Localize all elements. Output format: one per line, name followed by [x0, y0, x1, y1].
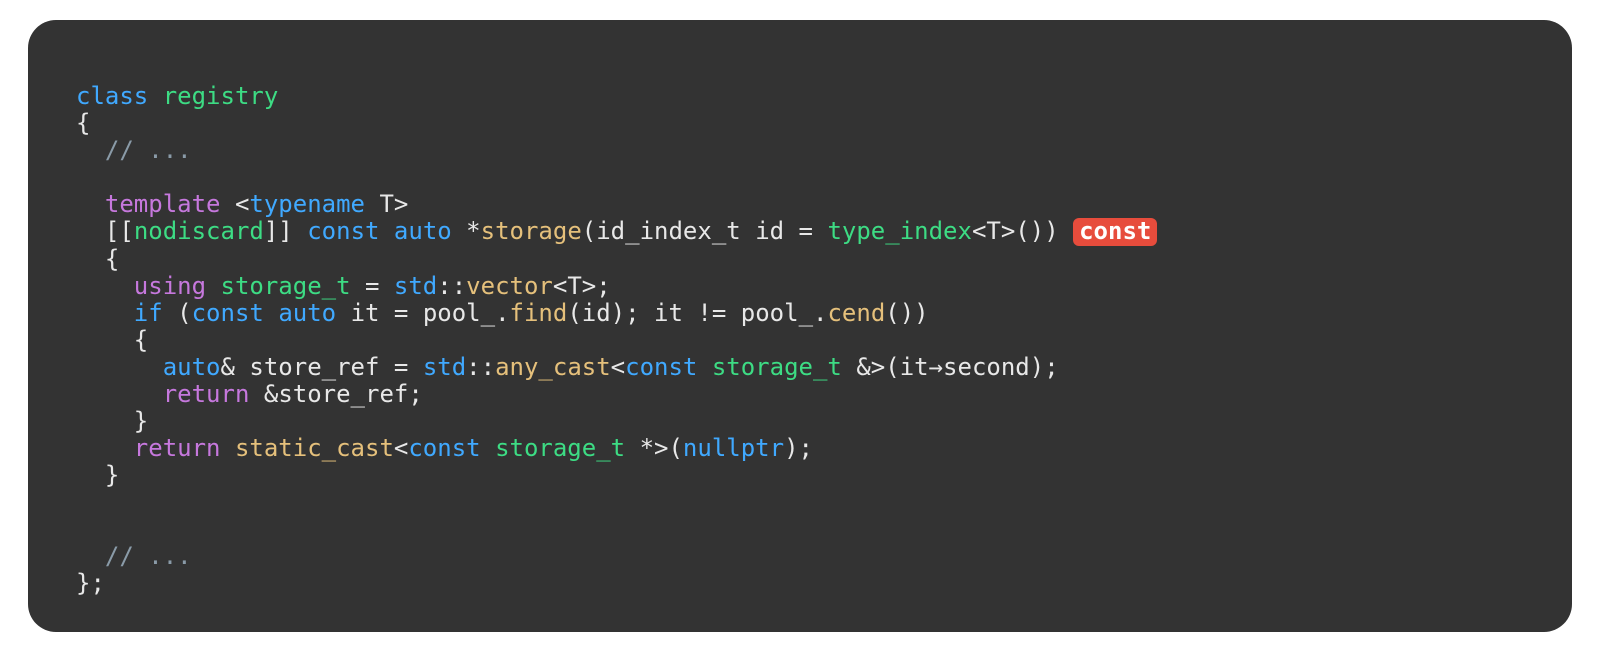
const-badge: const: [1073, 218, 1157, 246]
kw-const-1: const: [307, 217, 379, 245]
kw-auto-3: auto: [163, 353, 221, 381]
kw-if: if: [134, 299, 163, 327]
tmpl-arg-T-2: T: [567, 272, 581, 300]
code-block: class registry { // ... template <typena…: [28, 20, 1572, 632]
comment-1: // ...: [76, 136, 192, 164]
arg-id: id: [582, 299, 611, 327]
fn-static-cast: static_cast: [235, 434, 394, 462]
fn-storage: storage: [481, 217, 582, 245]
brace-open-2: {: [105, 245, 119, 273]
kw-template: template: [105, 190, 221, 218]
op-ne: !=: [697, 299, 726, 327]
brace-close-3: }: [134, 407, 148, 435]
kw-return-2: return: [134, 434, 221, 462]
var-store-ref-2: store_ref: [278, 380, 408, 408]
kw-using: using: [134, 272, 206, 300]
type-vector: vector: [466, 272, 553, 300]
kw-const-4: const: [408, 434, 480, 462]
var-pool-2: pool_: [741, 299, 813, 327]
alias-storage-t: storage_t: [221, 272, 351, 300]
type-storage-t-2: storage_t: [495, 434, 625, 462]
tmpl-arg-T: T: [986, 217, 1000, 245]
tmpl-param-T: T: [379, 190, 393, 218]
kw-auto-1: auto: [394, 217, 452, 245]
kw-auto-2: auto: [278, 299, 336, 327]
comment-2: // ...: [76, 542, 192, 570]
brace-open-1: {: [76, 109, 90, 137]
kw-return-1: return: [163, 380, 250, 408]
fn-find: find: [510, 299, 568, 327]
type-storage-t-1: storage_t: [712, 353, 842, 381]
kw-typename: typename: [249, 190, 365, 218]
fn-type-index: type_index: [827, 217, 972, 245]
type-id-index-t: id_index_t: [596, 217, 741, 245]
brace-close-2: }: [105, 461, 119, 489]
kw-class: class: [76, 82, 148, 110]
ns-std-1: std: [394, 272, 437, 300]
fn-any-cast: any_cast: [495, 353, 611, 381]
var-it-3: it: [900, 353, 929, 381]
ns-std-2: std: [423, 353, 466, 381]
kw-const-3: const: [625, 353, 697, 381]
kw-nullptr: nullptr: [683, 434, 784, 462]
member-second: second: [943, 353, 1030, 381]
brace-open-3: {: [134, 326, 148, 354]
arrow-op: →: [929, 353, 943, 381]
amp-2: &: [264, 380, 278, 408]
param-id: id: [755, 217, 784, 245]
var-store-ref: store_ref: [249, 353, 379, 381]
var-it-2: it: [654, 299, 683, 327]
var-it: it: [351, 299, 380, 327]
amp-1: &: [221, 353, 235, 381]
fn-cend: cend: [827, 299, 885, 327]
var-pool-1: pool_: [423, 299, 495, 327]
type-registry: registry: [163, 82, 279, 110]
kw-const-2: const: [192, 299, 264, 327]
attr-nodiscard: nodiscard: [134, 217, 264, 245]
brace-close-1: };: [76, 569, 105, 597]
